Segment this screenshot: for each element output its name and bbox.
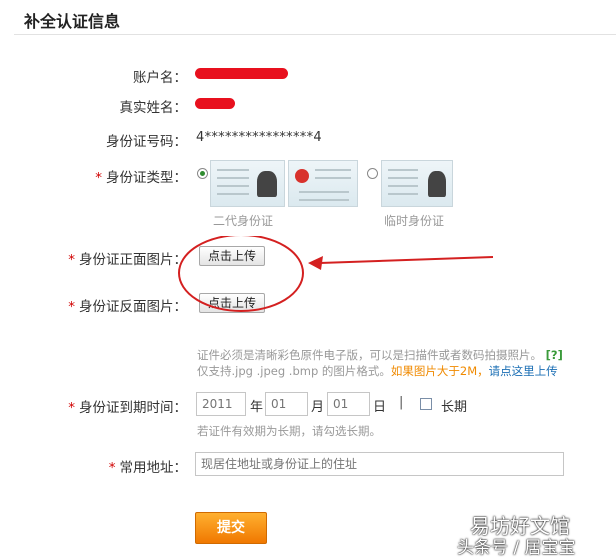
address-input[interactable] [195,452,564,476]
page-title: 补全认证信息 [24,12,121,31]
upload-hint-line1: 证件必须是清晰彩色原件电子版，可以是扫描件或者数码拍摄照片。 [?] [197,347,563,363]
submit-button[interactable]: 提交 [195,512,267,544]
large-upload-link[interactable]: 请点这里上传 [489,364,558,378]
front-image-label: * 身份证正面图片： [12,248,187,268]
date-separator: | [399,395,404,410]
help-icon[interactable]: [?] [546,348,563,362]
required-mark: * [68,252,75,268]
account-label: 账户名： [133,70,187,86]
card-text-lines [315,169,351,179]
realname-redaction [195,98,235,109]
upload-hint-line2: 仅支持.jpg .jpeg .bmp 的图片格式。如果图片大于2M，请点这里上传 [197,363,558,379]
idnum-label: 身份证号码： [106,134,187,150]
idtype-label: * 身份证类型： [12,166,187,186]
temporary-card-image [381,160,453,207]
second-gen-card-back-image [210,160,285,207]
format-hint: 仅支持.jpg .jpeg .bmp 的图片格式。 [197,364,391,378]
expire-hint: 若证件有效期为长期，请勾选长期。 [197,424,381,438]
title-divider [14,34,616,35]
card-text-lines [388,185,418,195]
annotation-arrowhead [308,256,323,270]
annotation-arrow-shaft [319,256,494,264]
year-unit: 年 [250,400,264,415]
longterm-label: 长期 [441,400,468,415]
card-text-lines [217,185,249,195]
idtype-radio-temporary[interactable] [367,168,378,179]
second-gen-caption: 二代身份证 [213,214,274,228]
expire-label-text: 身份证到期时间： [79,400,187,416]
expire-month-input[interactable] [265,392,308,416]
idtype-label-text: 身份证类型： [106,170,187,186]
annotation-overlay [178,236,494,312]
card-text-lines [388,169,418,179]
card-portrait [428,171,446,197]
idtype-radio-second-gen[interactable] [197,168,208,179]
longterm-checkbox[interactable] [420,398,432,410]
realname-label: 真实姓名： [119,100,188,116]
card-portrait [257,171,277,197]
account-redaction [195,68,288,79]
idnum-value: 4****************4 [196,130,322,145]
second-gen-card-front-image [288,160,358,207]
annotation-circle [178,236,304,312]
national-emblem [295,169,309,183]
address-label: * 常用地址： [12,456,187,476]
card-text-lines [217,169,249,179]
upload-hint-text: 证件必须是清晰彩色原件电子版，可以是扫描件或者数码拍摄照片。 [197,348,542,362]
required-mark: * [108,460,116,476]
size-warning: 如果图片大于2M， [390,364,489,378]
card-text-lines [299,191,349,201]
required-mark: * [95,170,102,186]
required-mark: * [68,299,75,315]
back-image-label: * 身份证反面图片： [12,295,187,315]
day-unit: 日 [373,400,387,415]
watermark-subtitle: 头条号 / 居宝宝 [457,538,576,558]
temporary-caption: 临时身份证 [384,214,445,228]
expire-label: * 身份证到期时间： [12,396,187,416]
expire-day-input[interactable] [327,392,370,416]
month-unit: 月 [311,400,325,415]
address-label-text: 常用地址： [119,460,188,476]
required-mark: * [68,400,75,416]
expire-year-input[interactable] [196,392,246,416]
